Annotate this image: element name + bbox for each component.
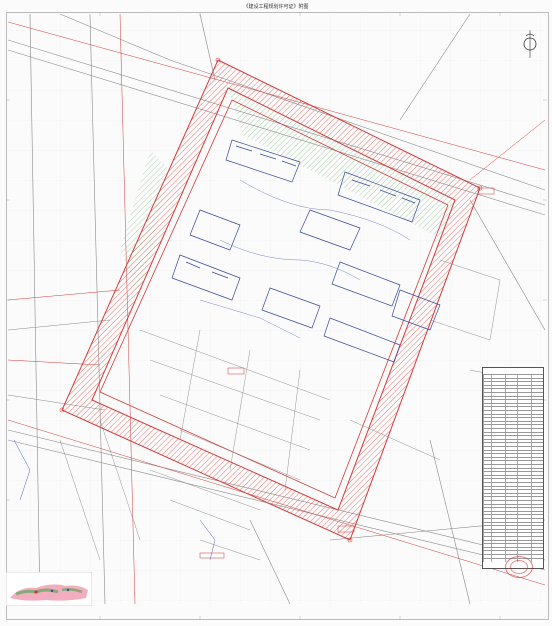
coordinate-table: [482, 367, 544, 569]
coordinate-table-grid: [483, 374, 543, 568]
location-inset-map: [5, 571, 93, 607]
coordinate-table-cell: [491, 558, 493, 563]
red-approval-seal-icon: [505, 556, 533, 578]
map-sheet: 《建设工程规划许可证》附图: [0, 0, 552, 626]
coordinate-table-cell: [483, 558, 485, 563]
site-plan-drawing: [6, 12, 547, 620]
inset-map-drawing: [5, 571, 93, 607]
